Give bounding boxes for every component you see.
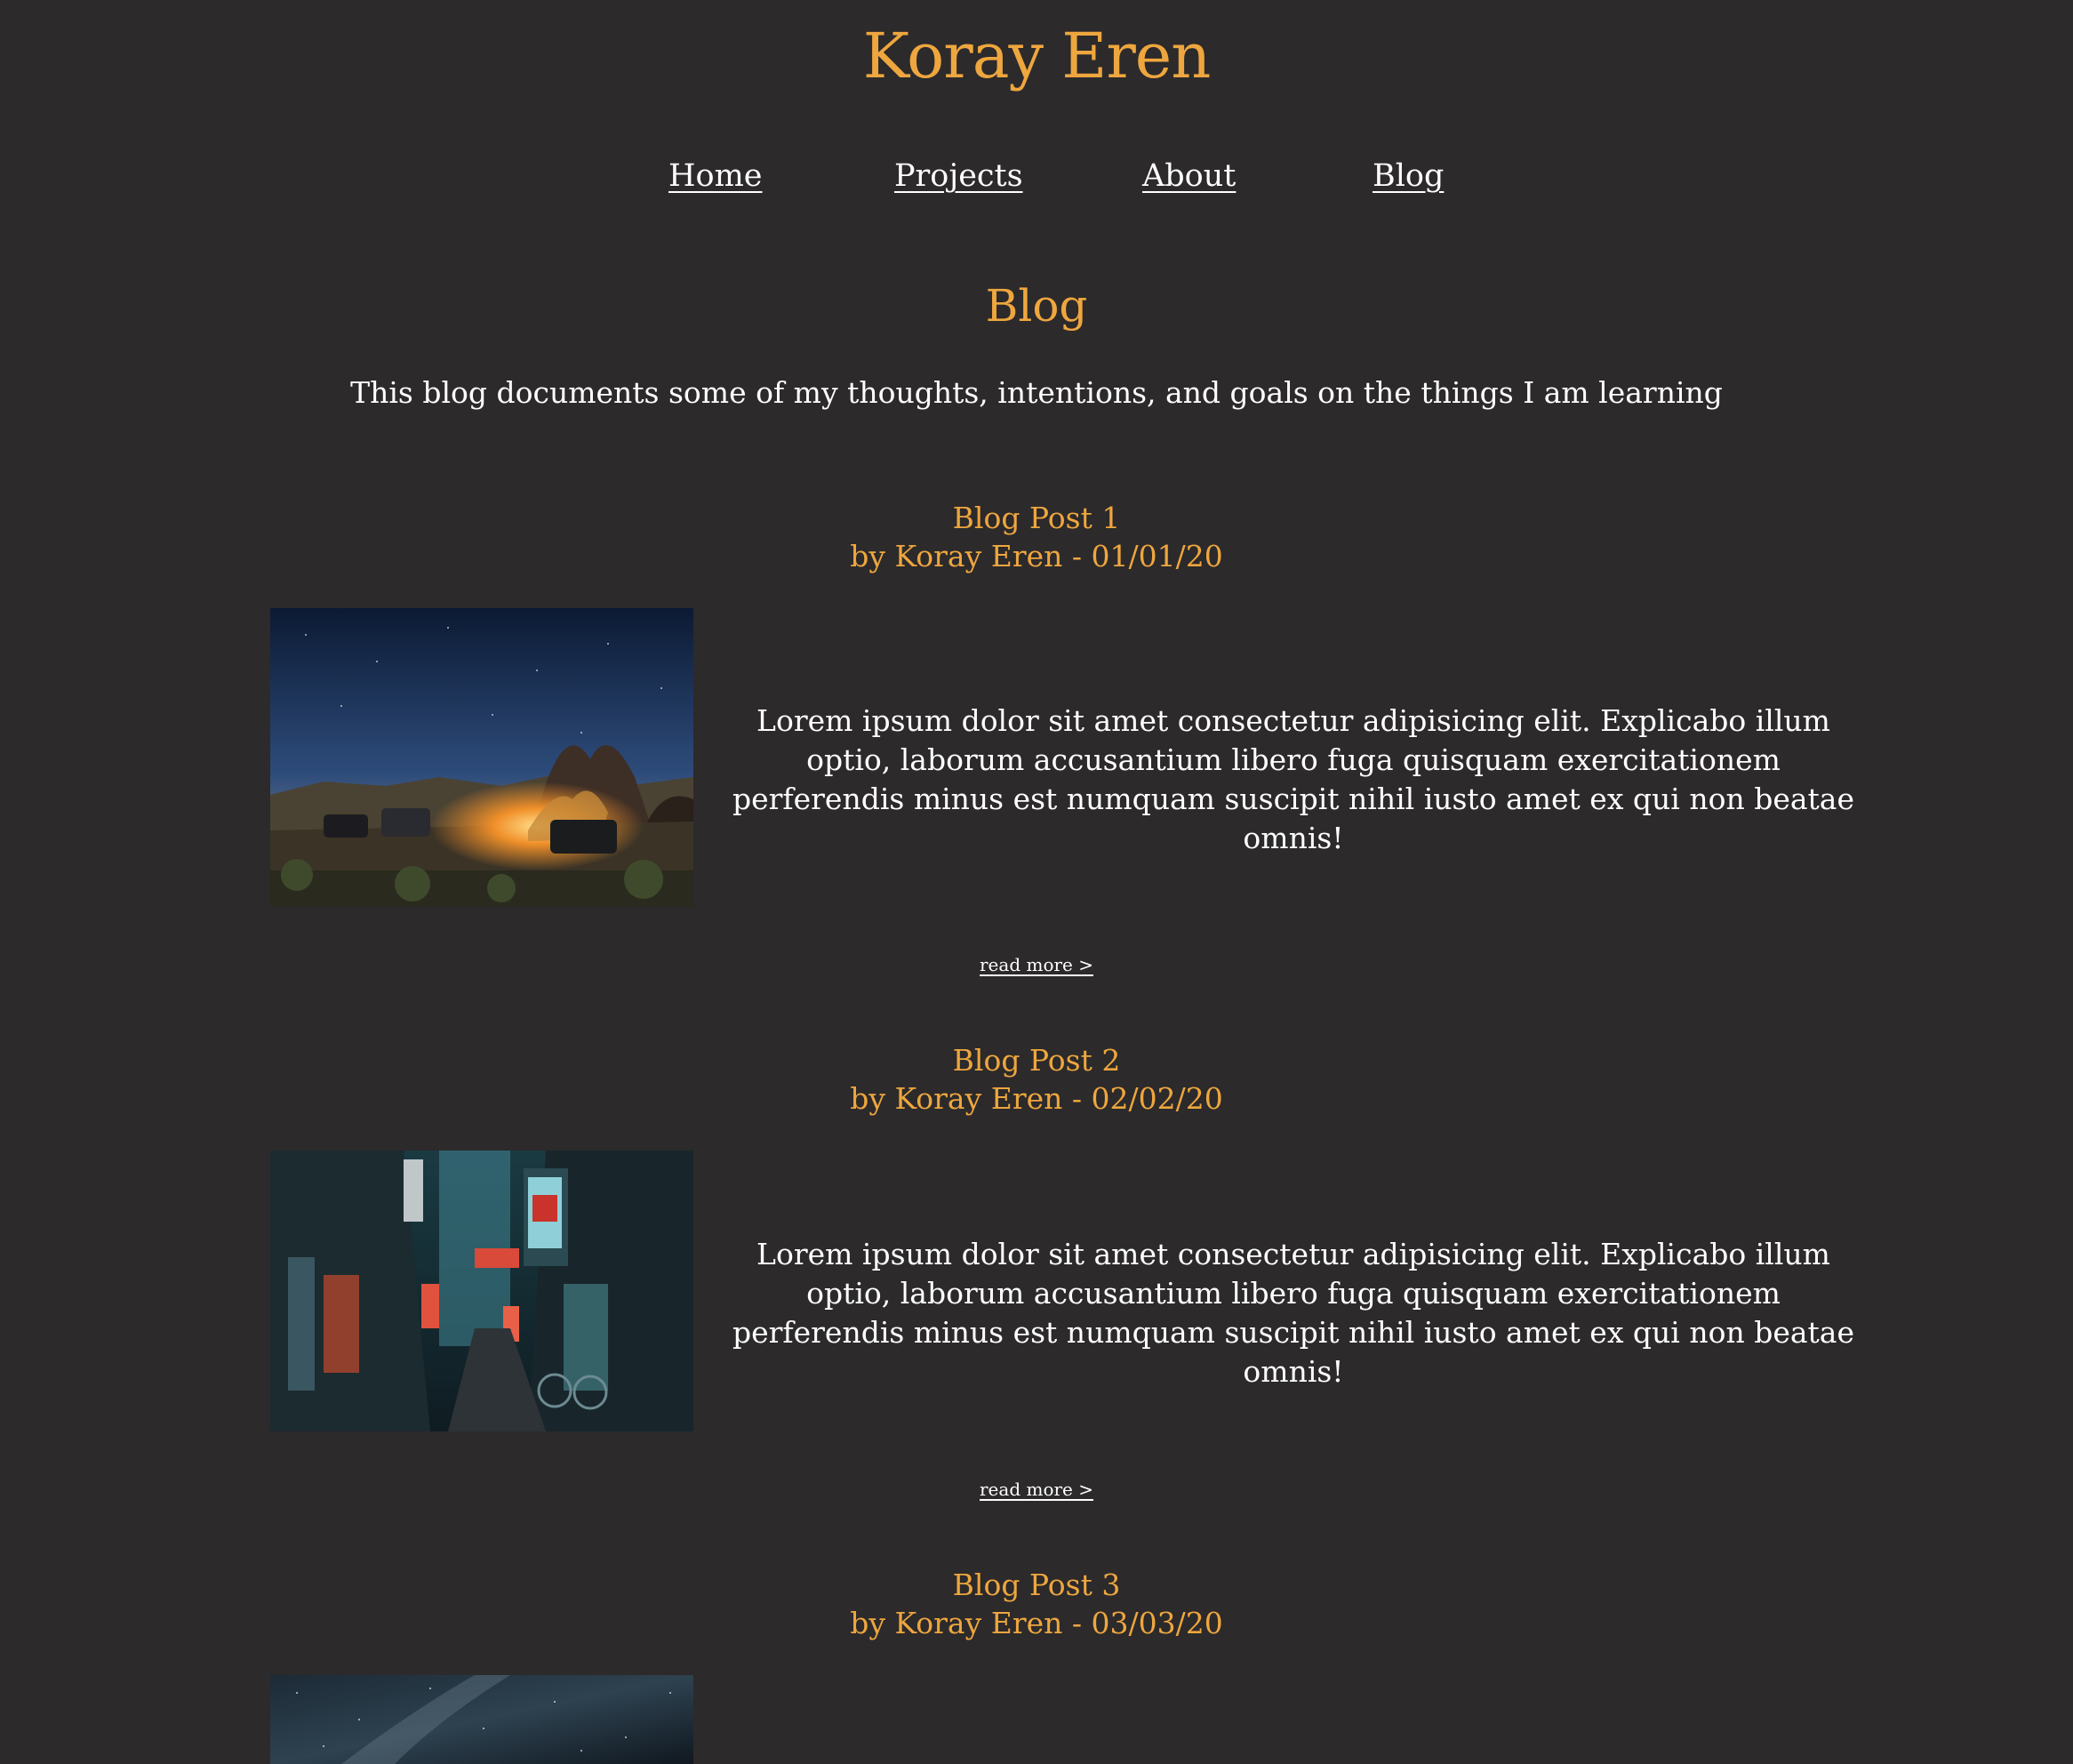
page-intro: This blog documents some of my thoughts,… [350, 375, 1723, 410]
blog-page: Koray Eren Home Projects About Blog Blog… [0, 0, 2073, 1764]
post-title: Blog Post 1 [952, 501, 1121, 535]
page-heading: Blog [985, 280, 1088, 332]
post-image-campsite [270, 608, 693, 907]
nav-link-about[interactable]: About [1142, 154, 1236, 198]
post-meta: by Koray Eren - 02/02/20 [850, 1081, 1223, 1116]
read-more-link[interactable]: read more > [980, 1479, 1093, 1500]
read-more-link-container: read more > [0, 951, 2073, 978]
nav-link-home[interactable]: Home [668, 154, 763, 198]
nav-link-projects[interactable]: Projects [894, 154, 1023, 198]
post-body: Lorem ipsum dolor sit amet consectetur a… [732, 703, 1855, 855]
read-more-link[interactable]: read more > [980, 954, 1093, 975]
post-image-alley [270, 1151, 693, 1431]
post-image-night-sky [270, 1675, 693, 1764]
read-more-link-container: read more > [0, 1476, 2073, 1503]
post-body: Lorem ipsum dolor sit amet consectetur a… [732, 1237, 1855, 1389]
post-title: Blog Post 3 [952, 1568, 1121, 1602]
post-title: Blog Post 2 [952, 1043, 1121, 1078]
nav-link-blog[interactable]: Blog [1373, 154, 1444, 198]
post-meta: by Koray Eren - 01/01/20 [850, 539, 1223, 573]
site-title[interactable]: Koray Eren [0, 16, 2073, 96]
post-meta: by Koray Eren - 03/03/20 [850, 1606, 1223, 1640]
